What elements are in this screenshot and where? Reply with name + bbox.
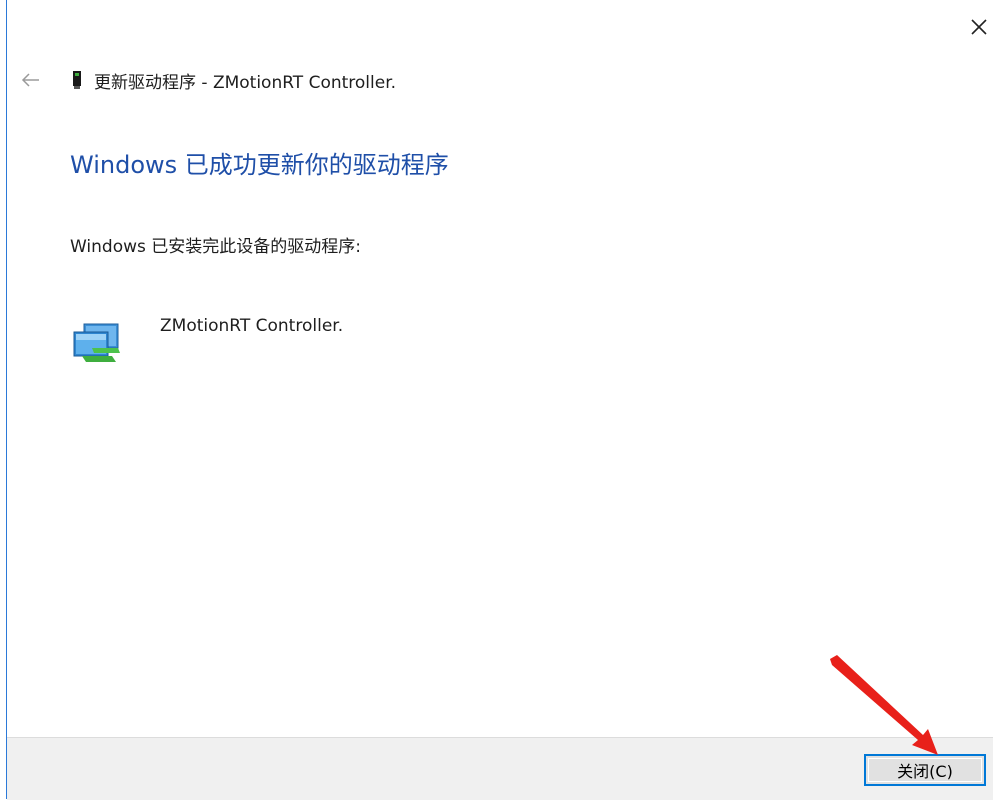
dialog-footer — [7, 737, 993, 800]
device-icon — [72, 69, 82, 91]
back-arrow-icon[interactable] — [20, 69, 42, 91]
window-left-border — [6, 0, 7, 799]
close-button-label: 关闭(C) — [897, 762, 953, 781]
installed-message: Windows 已安装完此设备的驱动程序: — [70, 237, 362, 257]
close-icon[interactable] — [968, 16, 992, 40]
success-heading: Windows 已成功更新你的驱动程序 — [70, 151, 449, 179]
network-adapter-icon — [72, 320, 122, 364]
dialog-title: 更新驱动程序 - ZMotionRT Controller. — [94, 72, 397, 93]
dialog-header: 更新驱动程序 - ZMotionRT Controller. — [20, 66, 396, 94]
update-driver-window: 更新驱动程序 - ZMotionRT Controller. Windows 已… — [0, 0, 993, 800]
device-name-label: ZMotionRT Controller. — [160, 316, 344, 336]
close-button[interactable]: 关闭(C) — [864, 754, 986, 786]
